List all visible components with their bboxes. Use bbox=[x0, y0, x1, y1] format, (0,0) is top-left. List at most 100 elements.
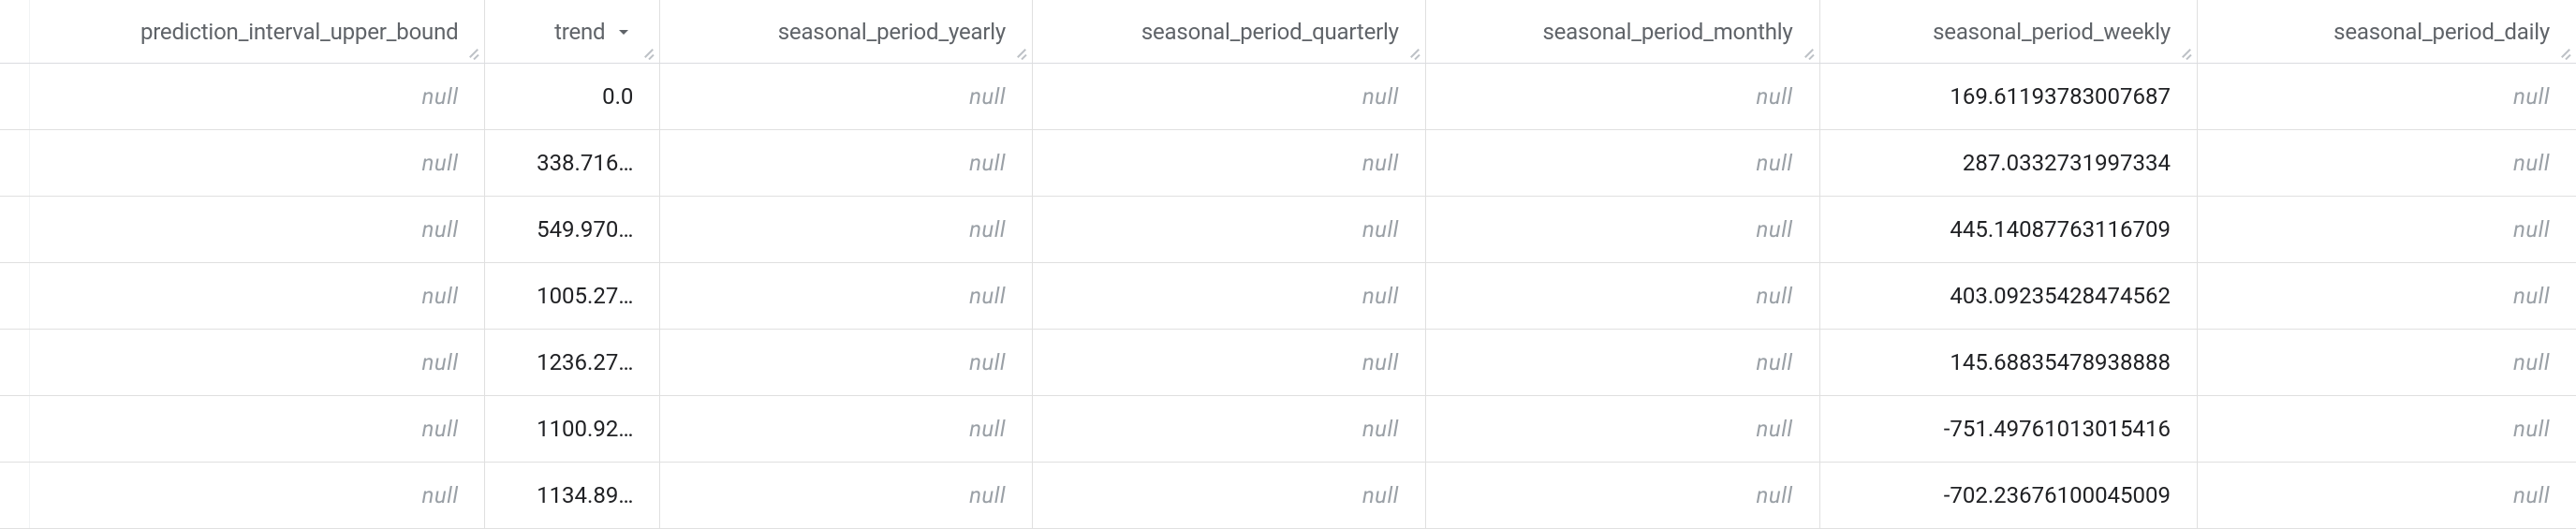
table-row[interactable]: null1100.92…nullnullnull-751.49761013015… bbox=[0, 396, 2576, 463]
null-value: null bbox=[2513, 482, 2550, 508]
col-header-seasonal-period-daily[interactable]: seasonal_period_daily bbox=[2198, 0, 2576, 63]
col-header-seasonal-period-monthly[interactable]: seasonal_period_monthly bbox=[1426, 0, 1820, 63]
cell-seasonal_period_quarterly: null bbox=[1033, 197, 1426, 262]
cell-trend: 1236.27… bbox=[485, 330, 660, 395]
cell-seasonal_period_weekly: -751.49761013015416 bbox=[1820, 396, 2198, 462]
null-value: null bbox=[1757, 283, 1793, 309]
cell-seasonal_period_yearly: null bbox=[660, 263, 1033, 329]
sort-indicator-icon[interactable] bbox=[614, 22, 633, 41]
table-row[interactable]: null1134.89…nullnullnull-702.23676100045… bbox=[0, 463, 2576, 529]
col-header-label: seasonal_period_monthly bbox=[1542, 19, 1792, 45]
null-value: null bbox=[1757, 150, 1793, 176]
cell-seasonal_period_daily: null bbox=[2198, 330, 2576, 395]
null-value: null bbox=[1757, 482, 1793, 508]
row-gutter bbox=[0, 64, 30, 129]
cell-seasonal_period_quarterly: null bbox=[1033, 463, 1426, 528]
cell-seasonal_period_yearly: null bbox=[660, 463, 1033, 528]
cell-seasonal_period_weekly: -702.23676100045009 bbox=[1820, 463, 2198, 528]
cell-prediction_interval_upper_bound: null bbox=[30, 330, 486, 395]
null-value: null bbox=[2513, 216, 2550, 242]
null-value: null bbox=[969, 83, 1006, 110]
null-value: null bbox=[1757, 216, 1793, 242]
col-header-seasonal-period-weekly[interactable]: seasonal_period_weekly bbox=[1820, 0, 2198, 63]
table-row[interactable]: null1005.27…nullnullnull403.092354284745… bbox=[0, 263, 2576, 330]
column-resize-handle-icon[interactable] bbox=[1012, 43, 1029, 60]
table-header-row: prediction_interval_upper_bound trend se… bbox=[0, 0, 2576, 64]
cell-seasonal_period_yearly: null bbox=[660, 197, 1033, 262]
table-row[interactable]: null338.716…nullnullnull287.033273199733… bbox=[0, 130, 2576, 197]
cell-seasonal_period_monthly: null bbox=[1426, 197, 1820, 262]
table-row[interactable]: null1236.27…nullnullnull145.688354789388… bbox=[0, 330, 2576, 396]
cell-seasonal_period_yearly: null bbox=[660, 330, 1033, 395]
null-value: null bbox=[1757, 83, 1793, 110]
gutter-header bbox=[0, 0, 30, 63]
cell-trend: 1134.89… bbox=[485, 463, 660, 528]
col-header-seasonal-period-yearly[interactable]: seasonal_period_yearly bbox=[660, 0, 1033, 63]
cell-seasonal_period_weekly: 403.09235428474562 bbox=[1820, 263, 2198, 329]
null-value: null bbox=[421, 349, 458, 375]
cell-seasonal_period_monthly: null bbox=[1426, 396, 1820, 462]
null-value: null bbox=[421, 283, 458, 309]
cell-seasonal_period_weekly: 287.0332731997334 bbox=[1820, 130, 2198, 196]
cell-trend: 1100.92… bbox=[485, 396, 660, 462]
null-value: null bbox=[421, 216, 458, 242]
null-value: null bbox=[1362, 283, 1399, 309]
null-value: null bbox=[2513, 83, 2550, 110]
null-value: null bbox=[1362, 482, 1399, 508]
row-gutter bbox=[0, 197, 30, 262]
null-value: null bbox=[2513, 150, 2550, 176]
row-gutter bbox=[0, 396, 30, 462]
cell-prediction_interval_upper_bound: null bbox=[30, 463, 486, 528]
null-value: null bbox=[1362, 349, 1399, 375]
row-gutter bbox=[0, 463, 30, 528]
column-resize-handle-icon[interactable] bbox=[1800, 43, 1817, 60]
cell-seasonal_period_daily: null bbox=[2198, 463, 2576, 528]
cell-prediction_interval_upper_bound: null bbox=[30, 64, 486, 129]
null-value: null bbox=[2513, 283, 2550, 309]
col-header-trend[interactable]: trend bbox=[485, 0, 660, 63]
cell-seasonal_period_quarterly: null bbox=[1033, 64, 1426, 129]
null-value: null bbox=[1362, 416, 1399, 442]
col-header-prediction-interval-upper-bound[interactable]: prediction_interval_upper_bound bbox=[30, 0, 486, 63]
col-header-label: seasonal_period_daily bbox=[2333, 19, 2550, 45]
null-value: null bbox=[969, 150, 1006, 176]
null-value: null bbox=[421, 482, 458, 508]
null-value: null bbox=[1757, 416, 1793, 442]
table-row[interactable]: null549.970…nullnullnull445.140877631167… bbox=[0, 197, 2576, 263]
cell-seasonal_period_daily: null bbox=[2198, 197, 2576, 262]
null-value: null bbox=[1362, 83, 1399, 110]
null-value: null bbox=[1362, 150, 1399, 176]
cell-seasonal_period_monthly: null bbox=[1426, 130, 1820, 196]
cell-seasonal_period_weekly: 169.61193783007687 bbox=[1820, 64, 2198, 129]
row-gutter bbox=[0, 330, 30, 395]
col-header-seasonal-period-quarterly[interactable]: seasonal_period_quarterly bbox=[1033, 0, 1426, 63]
cell-seasonal_period_monthly: null bbox=[1426, 463, 1820, 528]
cell-prediction_interval_upper_bound: null bbox=[30, 130, 486, 196]
null-value: null bbox=[421, 150, 458, 176]
column-resize-handle-icon[interactable] bbox=[1406, 43, 1422, 60]
null-value: null bbox=[969, 216, 1006, 242]
table-body: null0.0nullnullnull169.61193783007687nul… bbox=[0, 64, 2576, 529]
cell-trend: 549.970… bbox=[485, 197, 660, 262]
column-resize-handle-icon[interactable] bbox=[2177, 43, 2194, 60]
table-row[interactable]: null0.0nullnullnull169.61193783007687nul… bbox=[0, 64, 2576, 130]
cell-seasonal_period_daily: null bbox=[2198, 396, 2576, 462]
column-resize-handle-icon[interactable] bbox=[2556, 43, 2573, 60]
cell-prediction_interval_upper_bound: null bbox=[30, 396, 486, 462]
column-resize-handle-icon[interactable] bbox=[464, 43, 481, 60]
cell-seasonal_period_monthly: null bbox=[1426, 263, 1820, 329]
cell-seasonal_period_quarterly: null bbox=[1033, 330, 1426, 395]
cell-seasonal_period_daily: null bbox=[2198, 64, 2576, 129]
column-resize-handle-icon[interactable] bbox=[640, 43, 656, 60]
cell-seasonal_period_yearly: null bbox=[660, 130, 1033, 196]
cell-seasonal_period_weekly: 145.68835478938888 bbox=[1820, 330, 2198, 395]
cell-seasonal_period_monthly: null bbox=[1426, 330, 1820, 395]
null-value: null bbox=[1362, 216, 1399, 242]
cell-prediction_interval_upper_bound: null bbox=[30, 263, 486, 329]
cell-seasonal_period_quarterly: null bbox=[1033, 130, 1426, 196]
null-value: null bbox=[2513, 349, 2550, 375]
cell-seasonal_period_daily: null bbox=[2198, 263, 2576, 329]
row-gutter bbox=[0, 263, 30, 329]
cell-prediction_interval_upper_bound: null bbox=[30, 197, 486, 262]
cell-seasonal_period_yearly: null bbox=[660, 396, 1033, 462]
